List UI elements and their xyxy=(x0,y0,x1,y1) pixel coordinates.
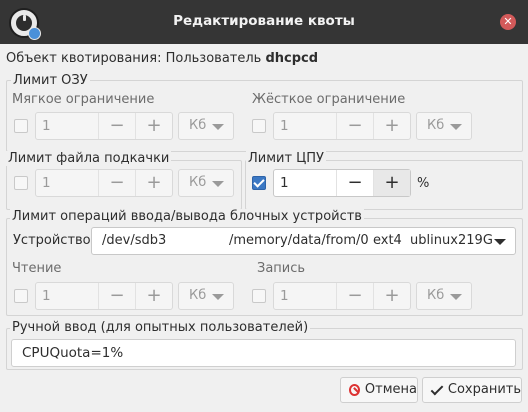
io-read-unit: Кб xyxy=(189,288,207,303)
io-read-unit-select[interactable]: Кб xyxy=(178,282,234,310)
checkmark-icon xyxy=(430,382,444,395)
ram-limit-title: Лимит ОЗУ xyxy=(11,73,90,88)
titlebar[interactable]: Редактирование квоты ✕ xyxy=(0,0,528,44)
ram-hard-unit-select[interactable]: Кб xyxy=(416,112,472,140)
io-read-spinner[interactable]: 1 − + xyxy=(35,282,173,310)
ram-hard-minus-button[interactable]: − xyxy=(336,113,373,139)
manual-input-field[interactable]: CPUQuota=1% xyxy=(11,339,516,367)
io-write-checkbox[interactable] xyxy=(252,289,266,303)
swap-limit-title: Лимит файла подкачки xyxy=(6,151,172,166)
io-read-minus-button[interactable]: − xyxy=(98,283,135,309)
manual-input-title: Ручной ввод (для опытных пользователей) xyxy=(10,320,311,335)
swap-plus-button[interactable]: + xyxy=(135,170,172,196)
chevron-down-icon xyxy=(494,239,506,245)
cancel-icon xyxy=(349,384,360,396)
io-write-unit: Кб xyxy=(427,288,445,303)
quota-object-user: dhcpcd xyxy=(265,51,319,66)
device-label: Устройство: xyxy=(13,233,96,248)
cpu-unit: % xyxy=(417,176,430,191)
ram-hard-value: 1 xyxy=(280,118,289,134)
ram-hard-spinner[interactable]: 1 − + xyxy=(273,112,411,140)
io-write-minus-button[interactable]: − xyxy=(336,283,373,309)
close-icon[interactable]: ✕ xyxy=(500,14,516,30)
quota-object-label: Объект квотирования: Пользователь xyxy=(6,51,262,66)
swap-unit-select[interactable]: Кб xyxy=(178,169,234,197)
ram-hard-plus-button[interactable]: + xyxy=(373,113,410,139)
io-read-value: 1 xyxy=(42,288,51,304)
cancel-button-label: Отмена xyxy=(364,382,417,397)
swap-checkbox[interactable] xyxy=(14,176,28,190)
save-button-label: Сохранить xyxy=(447,382,521,397)
ram-soft-minus-button[interactable]: − xyxy=(98,113,135,139)
ram-soft-checkbox[interactable] xyxy=(14,119,28,133)
io-write-plus-button[interactable]: + xyxy=(373,283,410,309)
device-size: 219G xyxy=(458,233,493,248)
io-read-label: Чтение xyxy=(12,261,62,276)
io-limit-title: Лимит операций ввода/вывода блочных устр… xyxy=(10,209,364,224)
chevron-down-icon xyxy=(212,294,224,300)
ram-hard-unit: Кб xyxy=(427,118,445,133)
device-mount: /memory/data/from/0 xyxy=(229,233,369,248)
device-name: /dev/sdb3 xyxy=(102,233,167,248)
swap-value: 1 xyxy=(42,175,51,191)
save-button[interactable]: Сохранить xyxy=(422,377,522,403)
ram-soft-label: Мягкое ограничение xyxy=(12,92,155,107)
cpu-limit-title: Лимит ЦПУ xyxy=(246,151,326,166)
quota-edit-window: Редактирование квоты ✕ Объект квотирован… xyxy=(0,0,528,412)
ram-soft-unit: Кб xyxy=(189,118,207,133)
io-write-unit-select[interactable]: Кб xyxy=(416,282,472,310)
quota-object: Объект квотирования: Пользователь dhcpcd xyxy=(6,51,318,66)
device-fs: ext4 xyxy=(373,233,402,248)
cancel-button[interactable]: Отмена xyxy=(340,377,418,403)
ram-soft-unit-select[interactable]: Кб xyxy=(178,112,234,140)
cpu-spinner[interactable]: 1 − + xyxy=(273,169,411,197)
io-write-label: Запись xyxy=(257,261,306,276)
window-title: Редактирование квоты xyxy=(173,13,355,29)
ram-soft-spinner[interactable]: 1 − + xyxy=(35,112,173,140)
swap-minus-button[interactable]: − xyxy=(98,170,135,196)
chevron-down-icon xyxy=(450,294,462,300)
device-fs-label: ublinux xyxy=(410,233,458,248)
ram-soft-value: 1 xyxy=(42,118,51,134)
device-select[interactable]: /dev/sdb3 /memory/data/from/0 ext4 ublin… xyxy=(91,227,516,255)
cpu-plus-button[interactable]: + xyxy=(373,170,410,196)
cpu-value: 1 xyxy=(280,175,289,191)
ram-hard-checkbox[interactable] xyxy=(252,119,266,133)
swap-unit: Кб xyxy=(189,175,207,190)
ram-soft-plus-button[interactable]: + xyxy=(135,113,172,139)
chevron-down-icon xyxy=(212,124,224,130)
io-read-plus-button[interactable]: + xyxy=(135,283,172,309)
io-write-value: 1 xyxy=(280,288,289,304)
cpu-minus-button[interactable]: − xyxy=(336,170,373,196)
cpu-checkbox[interactable] xyxy=(252,176,266,190)
ram-hard-label: Жёсткое ограничение xyxy=(252,92,406,107)
io-read-checkbox[interactable] xyxy=(14,289,28,303)
io-write-spinner[interactable]: 1 − + xyxy=(273,282,411,310)
chevron-down-icon xyxy=(212,181,224,187)
chevron-down-icon xyxy=(450,124,462,130)
swap-spinner[interactable]: 1 − + xyxy=(35,169,173,197)
